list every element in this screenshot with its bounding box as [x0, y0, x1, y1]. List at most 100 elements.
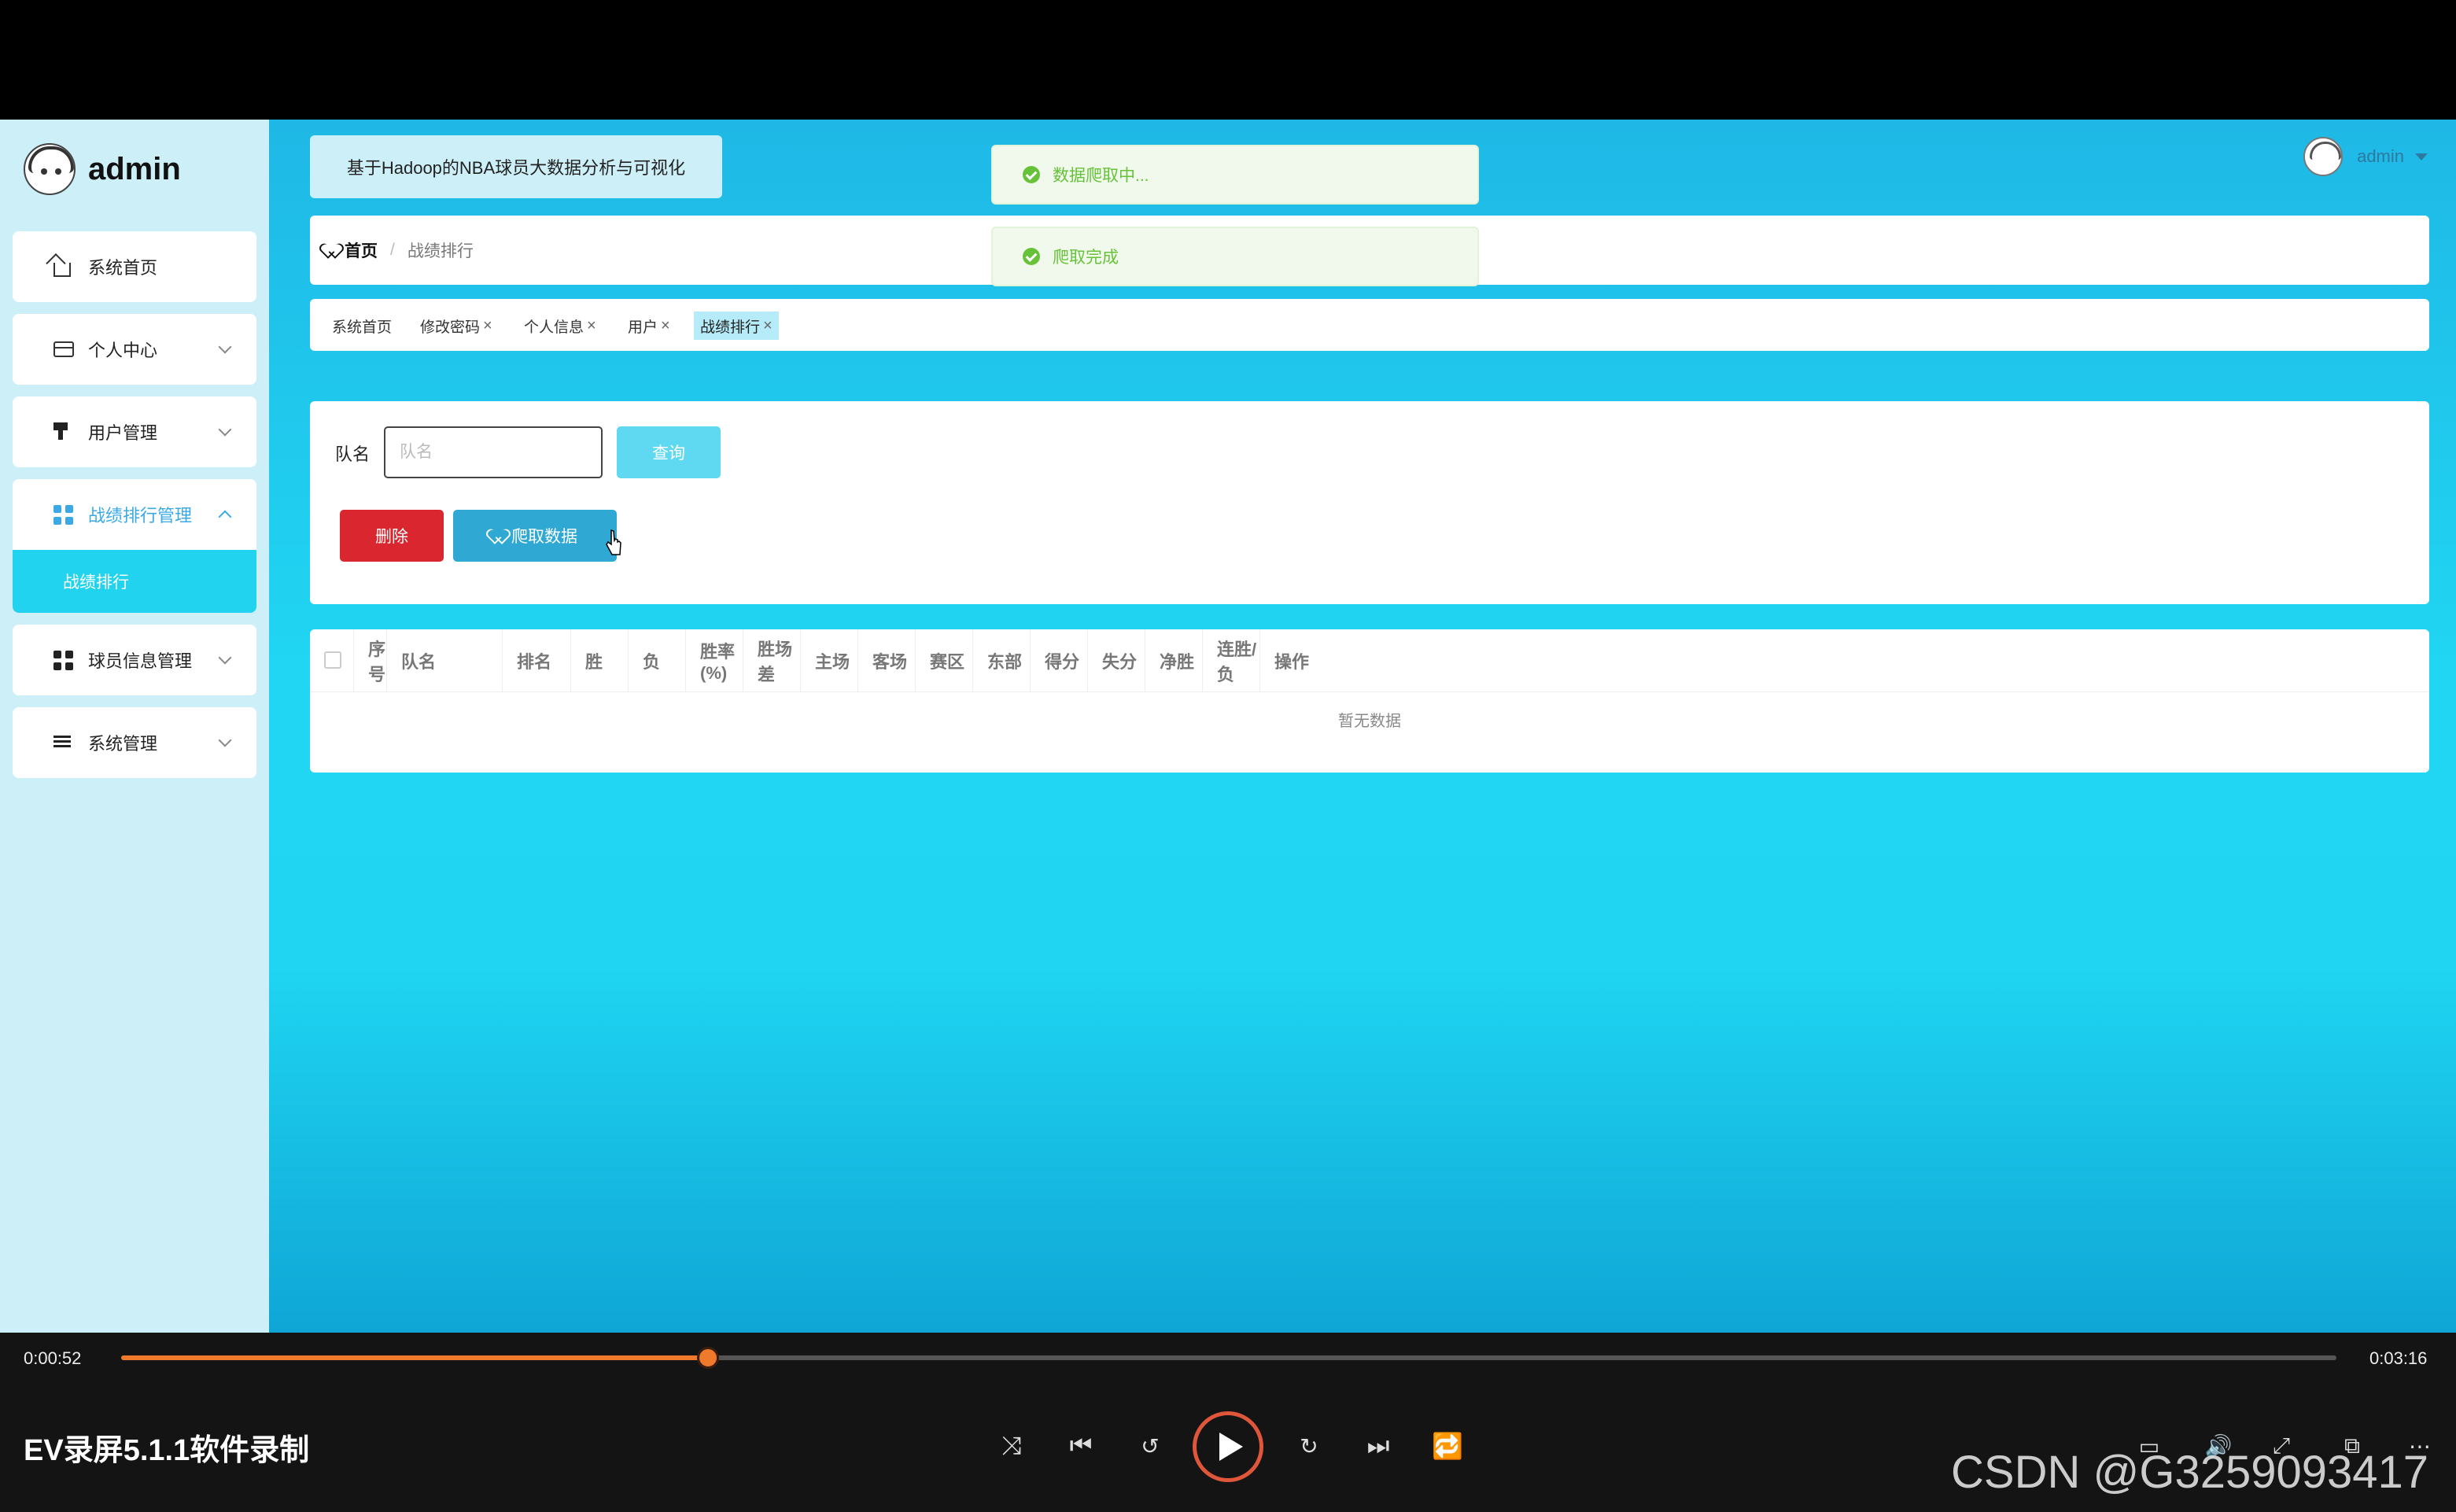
crawl-data-label: 爬取数据: [511, 528, 577, 546]
user-icon: [53, 422, 68, 441]
repeat-icon[interactable]: 🔁: [1432, 1430, 1463, 1462]
breadcrumb-home[interactable]: 首页: [326, 238, 378, 262]
tab-label: 系统首页: [332, 319, 393, 336]
chevron-down-icon: [218, 340, 232, 354]
close-icon[interactable]: ×: [763, 317, 773, 335]
team-name-label: 队名: [335, 444, 371, 464]
column-header: 胜场差: [743, 629, 801, 692]
query-button[interactable]: 查询: [617, 426, 721, 478]
success-icon: [1023, 248, 1040, 265]
toast-text: 数据爬取中...: [1053, 167, 1149, 185]
chevron-down-icon: [218, 651, 232, 665]
tab-ranking[interactable]: 战绩排行 ×: [694, 312, 779, 340]
list-icon: [53, 733, 74, 752]
breadcrumb-separator: /: [390, 241, 395, 259]
column-header: 连胜/负: [1203, 629, 1260, 692]
close-icon[interactable]: ×: [587, 317, 596, 335]
tab-label: 个人信息: [524, 319, 584, 336]
column-header: 胜率(%): [686, 629, 743, 692]
tab-home[interactable]: 系统首页: [326, 312, 398, 340]
sidebar-item-system-management[interactable]: 系统管理: [13, 707, 256, 778]
select-all-checkbox[interactable]: [324, 651, 341, 669]
toast-text: 爬取完成: [1053, 249, 1119, 267]
sidebar-item-ranking-management[interactable]: 战绩排行管理: [13, 479, 256, 550]
column-header: 排名: [503, 629, 571, 692]
tab-label: 战绩排行: [700, 319, 761, 336]
seek-handle[interactable]: [697, 1347, 720, 1369]
shuffle-icon[interactable]: ⤨: [996, 1430, 1027, 1462]
breadcrumb-current: 战绩排行: [407, 242, 474, 260]
avatar: [2303, 137, 2344, 176]
sidebar-item-label: 系统管理: [88, 734, 158, 754]
column-header: 赛区: [916, 629, 973, 692]
breadcrumb-home-label: 首页: [345, 242, 378, 260]
tab-label: 修改密码: [420, 319, 481, 336]
seek-bar-progress: [121, 1355, 709, 1360]
home-icon: [53, 263, 71, 277]
success-icon: [1023, 166, 1040, 183]
current-time: 0:00:52: [24, 1348, 82, 1368]
chevron-up-icon: [218, 510, 232, 524]
crawl-data-button[interactable]: 爬取数据: [453, 510, 617, 562]
table-header: 序号 队名 排名 胜 负 胜率(%) 胜场差 主场 客场 赛区 东部 得分 失分…: [310, 629, 2429, 692]
tab-label: 用户: [628, 319, 658, 336]
sidebar-subitem-ranking[interactable]: 战绩排行: [13, 550, 256, 613]
close-icon[interactable]: ×: [661, 317, 670, 335]
skip-previous-icon[interactable]: ⏮: [1065, 1430, 1097, 1462]
sidebar-item-label: 用户管理: [88, 423, 158, 443]
hand-cursor-icon: [606, 529, 621, 555]
skip-next-icon[interactable]: ⏭: [1363, 1430, 1394, 1462]
play-button[interactable]: [1193, 1411, 1263, 1482]
total-time: 0:03:16: [2369, 1348, 2428, 1368]
ranking-table: 序号 队名 排名 胜 负 胜率(%) 胜场差 主场 客场 赛区 东部 得分 失分…: [310, 629, 2429, 773]
tabs-bar: 系统首页 修改密码 × 个人信息 × 用户 × 战绩排行 ×: [310, 299, 2429, 351]
column-header: 负: [629, 629, 686, 692]
video-player-controls: 0:00:52 0:03:16 EV录屏5.1.1软件录制 ⤨ ⏮ ↺ ↻ ⏭ …: [0, 1333, 2456, 1512]
toast-crawling: 数据爬取中...: [991, 145, 1479, 205]
select-all-cell: [310, 629, 354, 692]
tab-personal-info[interactable]: 个人信息 ×: [518, 312, 603, 340]
grid-icon: [53, 505, 73, 525]
search-panel: 队名 查询 删除 爬取数据: [310, 401, 2429, 604]
card-icon: [53, 341, 74, 357]
sidebar-item-personal-center[interactable]: 个人中心: [13, 314, 256, 385]
brand-name: admin: [88, 151, 181, 186]
grid-icon: [53, 651, 73, 670]
column-header: 失分: [1088, 629, 1145, 692]
tab-change-password[interactable]: 修改密码 ×: [414, 312, 499, 340]
system-title: 基于Hadoop的NBA球员大数据分析与可视化: [310, 135, 722, 198]
chevron-down-icon: [218, 422, 232, 437]
sidebar-item-home[interactable]: 系统首页: [13, 231, 256, 302]
column-header: 队名: [387, 629, 503, 692]
heart-icon: [326, 243, 340, 257]
sidebar-item-label: 球员信息管理: [88, 651, 193, 671]
rewind-10-icon[interactable]: ↺: [1134, 1430, 1166, 1462]
brand: admin: [24, 142, 181, 197]
watermark: CSDN @G3259093417: [1951, 1447, 2429, 1498]
user-menu[interactable]: admin: [2303, 137, 2428, 176]
column-header: 操作: [1274, 652, 1310, 672]
sidebar-item-player-management[interactable]: 球员信息管理: [13, 625, 256, 695]
sidebar-nav: 系统首页 个人中心 用户管理 战绩排行管理 战绩排行 球员信息管理 系统管理: [13, 231, 256, 790]
forward-30-icon[interactable]: ↻: [1293, 1430, 1325, 1462]
brand-avatar: [24, 143, 76, 195]
column-header: 净胜: [1145, 629, 1203, 692]
seek-bar[interactable]: [121, 1347, 2336, 1369]
close-icon[interactable]: ×: [483, 317, 492, 335]
sidebar-item-user-management[interactable]: 用户管理: [13, 396, 256, 467]
sidebar-item-label: 个人中心: [88, 341, 158, 360]
column-header: 客场: [858, 629, 916, 692]
user-name: admin: [2357, 146, 2404, 166]
caret-down-icon: [2415, 153, 2428, 160]
recording-title: EV录屏5.1.1软件录制: [24, 1434, 310, 1467]
column-header: 胜: [571, 629, 629, 692]
column-header: 得分: [1031, 629, 1088, 692]
sidebar-item-label: 战绩排行管理: [88, 506, 193, 526]
delete-button[interactable]: 删除: [340, 510, 444, 562]
tab-user[interactable]: 用户 ×: [621, 312, 677, 340]
team-name-input[interactable]: [384, 426, 603, 478]
empty-state: 暂无数据: [1338, 713, 1401, 730]
main-content: 基于Hadoop的NBA球员大数据分析与可视化 admin 首页 / 战绩排行 …: [269, 120, 2456, 1333]
heart-icon: [492, 529, 507, 543]
column-header: 序号: [354, 629, 387, 692]
